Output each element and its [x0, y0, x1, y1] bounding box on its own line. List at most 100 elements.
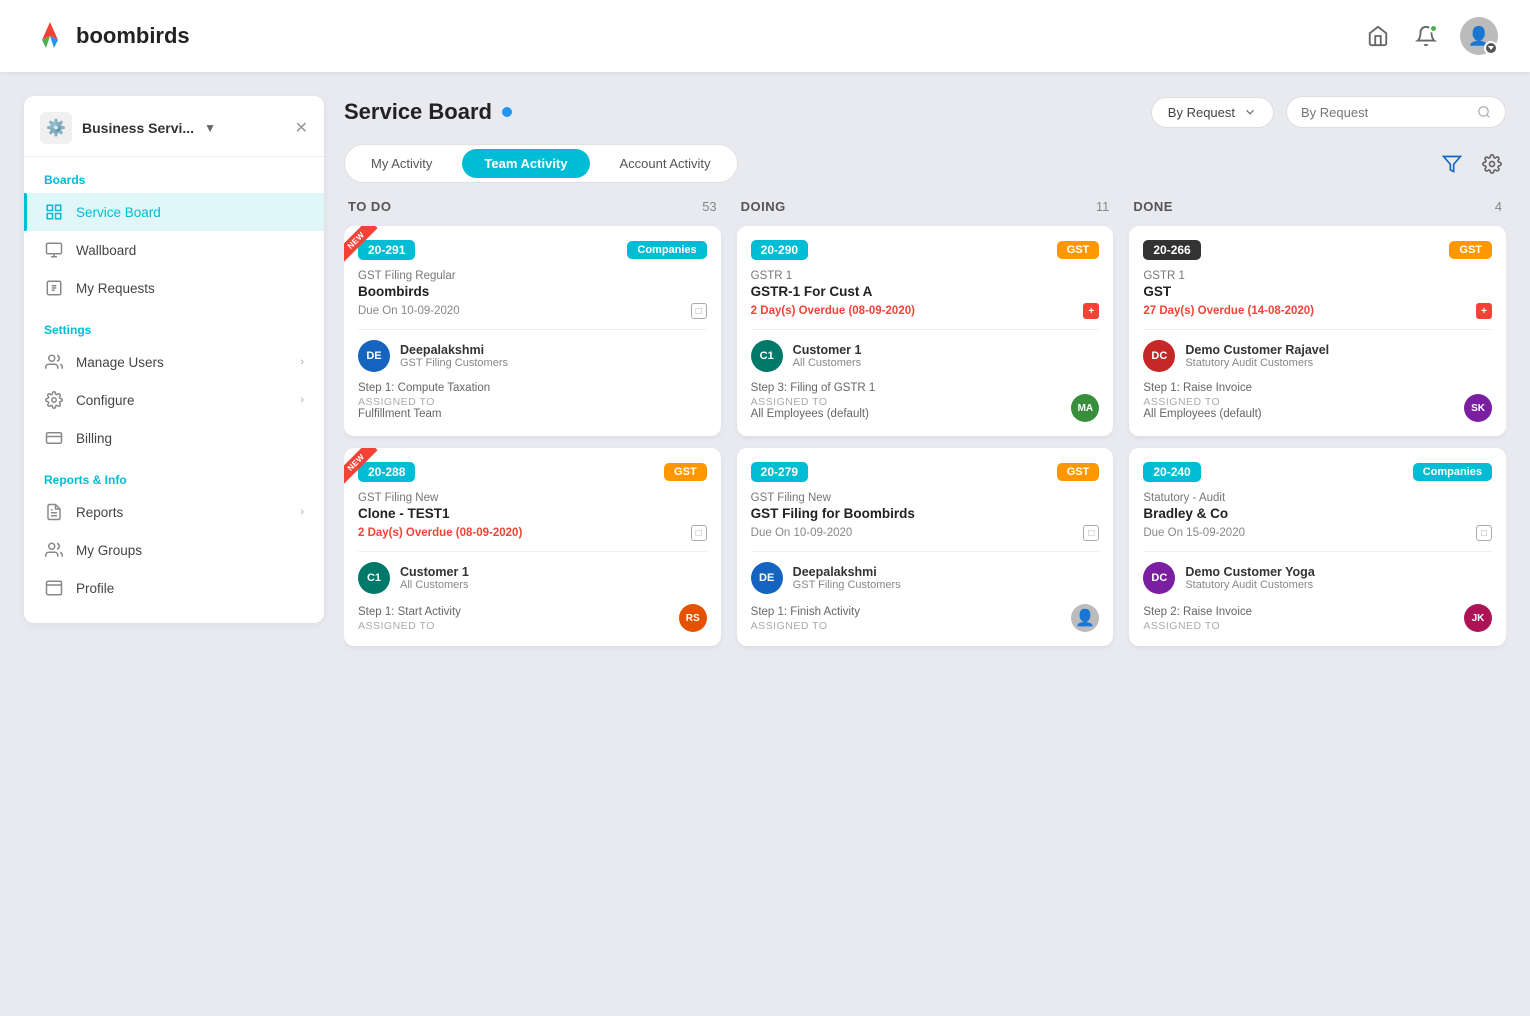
avatar-badge — [1484, 41, 1498, 55]
card-id-badge: 20-240 — [1143, 462, 1200, 482]
section-label-boards: Boards — [24, 157, 324, 193]
card-step: Step 1: Start Activity — [358, 606, 679, 618]
sidebar-item-my-requests[interactable]: My Requests — [24, 269, 324, 307]
card-step-team: All Employees (default) — [1143, 408, 1464, 420]
card-id-badge: 20-279 — [751, 462, 808, 482]
assignee-avatar: C1 — [751, 340, 783, 372]
sidebar-item-configure[interactable]: Configure › — [24, 381, 324, 419]
sidebar-item-profile[interactable]: Profile — [24, 569, 324, 607]
page-title-dot — [502, 107, 512, 117]
profile-icon — [44, 578, 64, 598]
card-divider — [1143, 329, 1492, 330]
assignee-info: Demo Customer Yoga Statutory Audit Custo… — [1185, 565, 1314, 591]
sidebar-item-my-groups[interactable]: My Groups — [24, 531, 324, 569]
by-request-dropdown[interactable]: By Request — [1151, 97, 1274, 128]
card-step-label: ASSIGNED TO — [358, 620, 679, 632]
search-input[interactable] — [1301, 105, 1469, 120]
card-20-288[interactable]: 20-288 GST GST Filing New Clone - TEST1 … — [344, 448, 721, 646]
sidebar-label-configure: Configure — [76, 393, 288, 408]
sidebar-app-name: Business Servi... — [82, 120, 194, 136]
card-step-team: All Employees (default) — [751, 408, 1072, 420]
assignee-avatar: DC — [1143, 340, 1175, 372]
card-step-info: Step 1: Start Activity ASSIGNED TO — [358, 606, 679, 632]
kanban-board: TO DO 53 20-291 Companies GST Filing Reg… — [344, 199, 1506, 992]
card-20-240[interactable]: 20-240 Companies Statutory - Audit Bradl… — [1129, 448, 1506, 646]
card-20-279[interactable]: 20-279 GST GST Filing New GST Filing for… — [737, 448, 1114, 646]
tab-team-activity[interactable]: Team Activity — [462, 149, 589, 178]
tab-account-activity[interactable]: Account Activity — [598, 149, 733, 178]
assignee-role: All Customers — [400, 579, 469, 591]
sidebar-label-service-board: Service Board — [76, 205, 304, 220]
page-title: Service Board — [344, 99, 492, 125]
card-assignee: DC Demo Customer Yoga Statutory Audit Cu… — [1143, 562, 1492, 594]
sidebar-item-billing[interactable]: Billing — [24, 419, 324, 457]
configure-arrow: › — [300, 394, 304, 406]
user-avatar[interactable]: 👤 — [1460, 17, 1498, 55]
card-assignee: DC Demo Customer Rajavel Statutory Audit… — [1143, 340, 1492, 372]
sidebar-dropdown-arrow[interactable]: ▼ — [204, 121, 216, 135]
due-icon: □ — [691, 303, 707, 319]
page-header: Service Board By Request — [344, 96, 1506, 128]
sidebar-item-manage-users[interactable]: Manage Users › — [24, 343, 324, 381]
card-divider — [358, 551, 707, 552]
col-title-doing: DOING — [741, 199, 786, 214]
due-text: Due On 10-09-2020 — [751, 527, 853, 539]
card-step-label: ASSIGNED TO — [1143, 396, 1464, 408]
card-step-info: Step 1: Compute Taxation ASSIGNED TO Ful… — [358, 382, 707, 422]
card-assignee: C1 Customer 1 All Customers — [751, 340, 1100, 372]
assignee-avatar: DE — [751, 562, 783, 594]
notification-dot — [1429, 24, 1438, 33]
sidebar-label-my-requests: My Requests — [76, 281, 304, 296]
card-20-266[interactable]: 20-266 GST GSTR 1 GST 27 Day(s) Overdue … — [1129, 226, 1506, 436]
kanban-col-doing: DOING 11 20-290 GST GSTR 1 GSTR-1 For Cu… — [737, 199, 1114, 992]
tab-my-activity[interactable]: My Activity — [349, 149, 454, 178]
col-count-done: 4 — [1495, 199, 1502, 214]
card-assignee: C1 Customer 1 All Customers — [358, 562, 707, 594]
card-20-290[interactable]: 20-290 GST GSTR 1 GSTR-1 For Cust A 2 Da… — [737, 226, 1114, 436]
step-avatar-photo: 👤 — [1071, 604, 1099, 632]
sidebar-close-button[interactable]: ✕ — [295, 118, 308, 138]
assignee-avatar: C1 — [358, 562, 390, 594]
sidebar-item-service-board[interactable]: Service Board — [24, 193, 324, 231]
board-settings-icon[interactable] — [1478, 150, 1506, 178]
card-due: 27 Day(s) Overdue (14-08-2020) + — [1143, 303, 1492, 319]
my-requests-icon — [44, 278, 64, 298]
sidebar-item-wallboard[interactable]: Wallboard — [24, 231, 324, 269]
card-type: GSTR 1 — [751, 270, 1100, 282]
home-icon[interactable] — [1364, 22, 1392, 50]
card-name: Clone - TEST1 — [358, 506, 707, 521]
assignee-info: Customer 1 All Customers — [793, 343, 862, 369]
card-tag-badge: Companies — [1413, 463, 1492, 481]
my-groups-icon — [44, 540, 64, 560]
due-icon: □ — [1083, 525, 1099, 541]
card-20-291[interactable]: 20-291 Companies GST Filing Regular Boom… — [344, 226, 721, 436]
assignee-role: Statutory Audit Customers — [1185, 357, 1329, 369]
new-ribbon — [344, 226, 388, 270]
card-top: 20-290 GST — [751, 240, 1100, 260]
card-assignee: DE Deepalakshmi GST Filing Customers — [358, 340, 707, 372]
manage-users-icon — [44, 352, 64, 372]
sidebar-label-profile: Profile — [76, 581, 304, 596]
filter-icon[interactable] — [1438, 150, 1466, 178]
notification-icon[interactable] — [1412, 22, 1440, 50]
sidebar-item-reports[interactable]: Reports › — [24, 493, 324, 531]
card-divider — [358, 329, 707, 330]
tabs: My Activity Team Activity Account Activi… — [344, 144, 738, 183]
topnav-right: 👤 — [1364, 17, 1498, 55]
card-due: 2 Day(s) Overdue (08-09-2020) □ — [358, 525, 707, 541]
card-type: GST Filing Regular — [358, 270, 707, 282]
card-name: GST Filing for Boombirds — [751, 506, 1100, 521]
sidebar-header-left: ⚙️ Business Servi... ▼ — [40, 112, 216, 144]
reports-arrow: › — [300, 506, 304, 518]
card-name: Bradley & Co — [1143, 506, 1492, 521]
card-tag-badge: GST — [1449, 241, 1492, 259]
assignee-name: Demo Customer Yoga — [1185, 565, 1314, 579]
card-due: 2 Day(s) Overdue (08-09-2020) + — [751, 303, 1100, 319]
logo-icon — [32, 18, 68, 54]
card-step-label: ASSIGNED TO — [751, 396, 1072, 408]
card-bottom: Step 2: Raise Invoice ASSIGNED TO JK — [1143, 604, 1492, 632]
card-type: GST Filing New — [358, 492, 707, 504]
logo[interactable]: boombirds — [32, 18, 190, 54]
card-top: 20-291 Companies — [358, 240, 707, 260]
card-id-badge: 20-266 — [1143, 240, 1200, 260]
